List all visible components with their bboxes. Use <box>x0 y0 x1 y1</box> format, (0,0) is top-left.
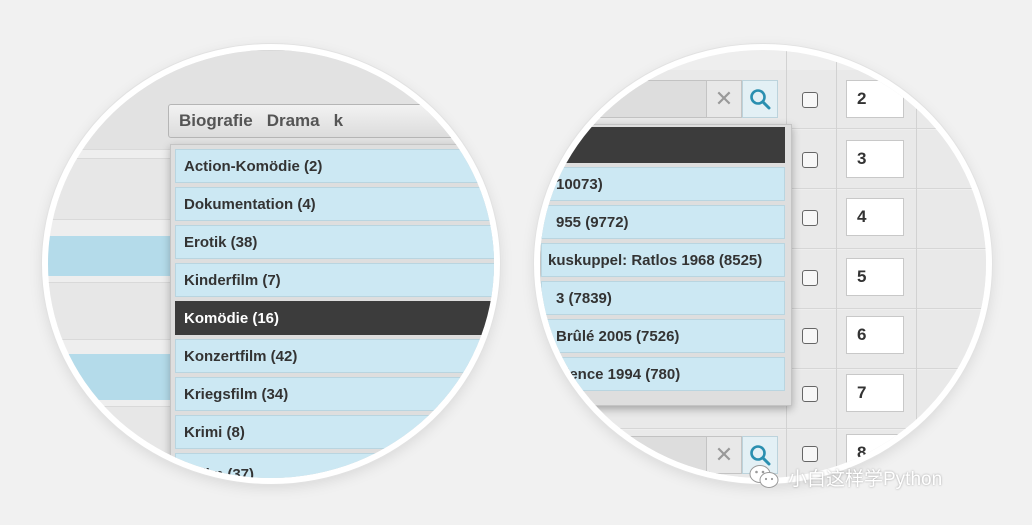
dropdown-option[interactable]: Kriegsfilm (34) <box>175 377 494 411</box>
dropdown-option-label: 10073) <box>556 175 603 193</box>
dropdown-option[interactable]: Dokumentation (4) <box>175 187 494 221</box>
watermark-text: 小白这样学Python <box>788 468 943 490</box>
close-icon: ✕ <box>714 86 734 111</box>
dropdown-option[interactable]: ...film (37) <box>175 453 494 478</box>
title-search-input[interactable] <box>540 436 710 474</box>
column-divider <box>916 50 917 478</box>
dropdown-option[interactable]: 10073) <box>541 167 785 201</box>
magnifier-icon <box>750 89 771 110</box>
row-checkbox[interactable] <box>802 92 818 108</box>
dropdown-option[interactable]: 3 (7839) <box>541 281 785 315</box>
order-number-input[interactable]: 7 <box>846 374 904 412</box>
dropdown-option-highlighted[interactable]: Komödie (16) <box>175 301 494 335</box>
dropdown-option[interactable]: Brûlé 2005 (7526) <box>541 319 785 353</box>
genre-dropdown[interactable]: Action-Komödie (2) Dokumentation (4) Ero… <box>170 144 494 478</box>
row-checkbox[interactable] <box>802 328 818 344</box>
dropdown-option[interactable]: Kinderfilm (7) <box>175 263 494 297</box>
order-number-input[interactable]: 4 <box>846 198 904 236</box>
order-number-input[interactable]: 6 <box>846 316 904 354</box>
row-checkbox[interactable] <box>802 152 818 168</box>
dropdown-option[interactable]: Konzertfilm (42) <box>175 339 494 373</box>
zoom-circle-genre-filter: Biografie Drama k Action-Komödie (2) Dok… <box>42 44 500 484</box>
zoom-circle-title-search: ✕ ✕ 2 3 4 5 6 7 8 10073) 955 (9772) kusk… <box>534 44 992 484</box>
order-number-input[interactable]: 2 <box>846 80 904 118</box>
row-checkbox[interactable] <box>802 210 818 226</box>
title-suggestion-dropdown[interactable]: 10073) 955 (9772) kuskuppel: Ratlos 1968… <box>540 124 792 406</box>
close-icon: ✕ <box>714 442 734 467</box>
order-number-input[interactable]: 5 <box>846 258 904 296</box>
order-number-input[interactable]: 3 <box>846 140 904 178</box>
genre-token-input[interactable]: Biografie Drama k <box>168 104 494 138</box>
wechat-icon <box>749 465 779 488</box>
typed-query[interactable]: k <box>334 111 343 131</box>
title-search-input[interactable] <box>540 80 710 118</box>
token-drama[interactable]: Drama <box>267 111 320 131</box>
dropdown-option[interactable]: kuskuppel: Ratlos 1968 (8525) <box>541 243 785 277</box>
dropdown-option[interactable]: Krimi (8) <box>175 415 494 449</box>
dropdown-option-label: idence 1994 (780) <box>556 365 681 383</box>
dropdown-option[interactable]: 955 (9772) <box>541 205 785 239</box>
row-checkbox[interactable] <box>802 270 818 286</box>
dropdown-option-label: kuskuppel: Ratlos 1968 (8525) <box>548 251 763 269</box>
dropdown-option-label: 955 (9772) <box>556 213 629 231</box>
clear-search-button[interactable]: ✕ <box>706 436 742 474</box>
dropdown-option-label: 3 (7839) <box>556 289 612 307</box>
column-divider <box>836 50 837 478</box>
row-checkbox[interactable] <box>802 386 818 402</box>
dropdown-option-highlighted[interactable] <box>541 127 785 163</box>
watermark: 小白这样学Python <box>748 460 942 494</box>
search-button[interactable] <box>742 80 778 118</box>
clear-search-button[interactable]: ✕ <box>706 80 742 118</box>
dropdown-option[interactable]: Erotik (38) <box>175 225 494 259</box>
dropdown-option-label: Brûlé 2005 (7526) <box>556 327 680 345</box>
dropdown-option[interactable]: Action-Komödie (2) <box>175 149 494 183</box>
dropdown-option[interactable]: idence 1994 (780) <box>541 357 785 391</box>
token-biografie[interactable]: Biografie <box>179 111 253 131</box>
